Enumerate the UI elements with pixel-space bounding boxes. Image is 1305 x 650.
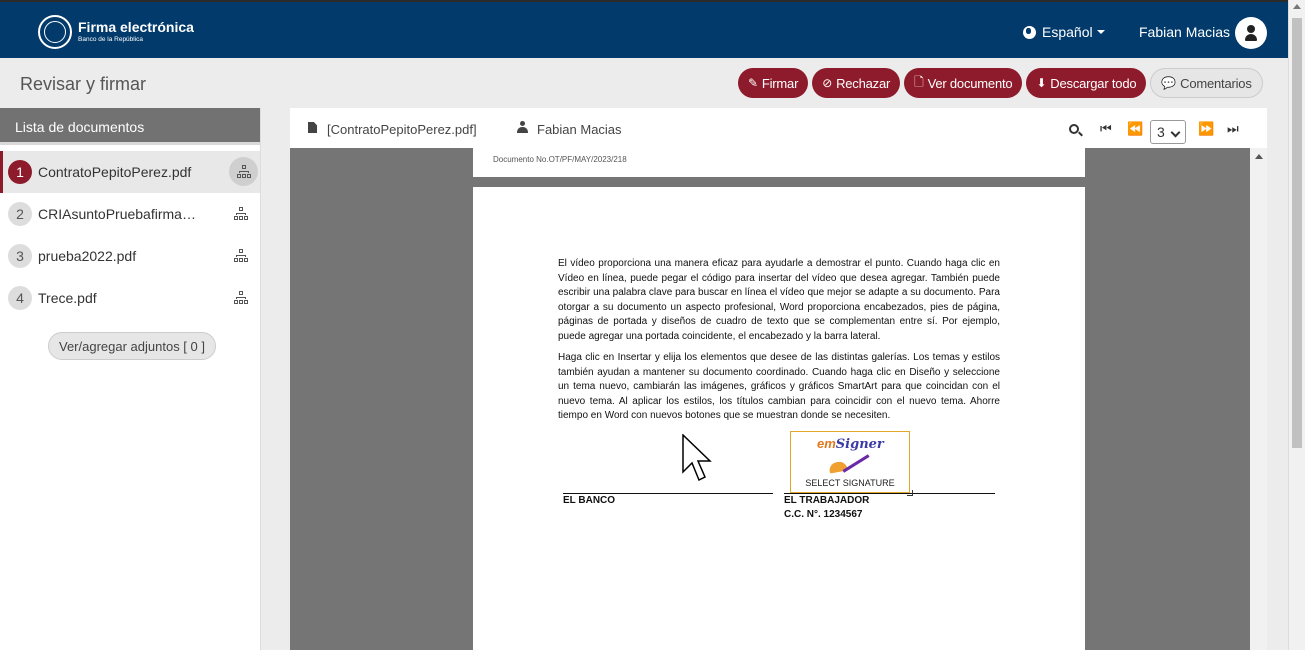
comments-button[interactable]: 💬 Comentarios (1150, 68, 1263, 98)
document-item[interactable]: 1 ContratoPepitoPerez.pdf (0, 151, 260, 193)
document-item[interactable]: 3 prueba2022.pdf (0, 235, 260, 277)
reject-label: Rechazar (836, 75, 891, 91)
view-label: Ver documento (927, 75, 1013, 91)
viewer-file-name: [ContratoPepitoPerez.pdf] (327, 122, 477, 137)
worker-id: C.C. N°. 1234567 (784, 509, 863, 520)
file-icon: 🗋 (914, 74, 924, 89)
viewer-user-name: Fabian Macias (537, 122, 622, 137)
document-name: prueba2022.pdf (38, 248, 137, 264)
viewer-toolbar: [ContratoPepitoPerez.pdf] Fabian Macias … (290, 108, 1267, 148)
document-paragraph: Haga clic en Insertar y elija los elemen… (558, 352, 1000, 422)
document-name: ContratoPepitoPerez.pdf (38, 164, 192, 180)
signature-flow-button[interactable] (226, 199, 255, 228)
document-number: 4 (8, 286, 32, 310)
top-navbar: Firma electrónica Banco de la República … (0, 0, 1288, 58)
reject-button[interactable]: ⊘ Rechazar (812, 68, 901, 98)
page-select[interactable]: 3 (1150, 120, 1186, 144)
current-page: El vídeo proporciona una manera eficaz p… (473, 187, 1085, 650)
download-label: Descargar todo (1050, 75, 1137, 91)
document-number: 3 (8, 244, 32, 268)
signature-label-bank: EL BANCO (563, 495, 616, 506)
sign-label: Firmar (761, 75, 799, 91)
scrollbar-thumb[interactable] (1292, 18, 1302, 448)
file-icon (308, 122, 317, 133)
app-subtitle: Banco de la República (78, 36, 144, 43)
resize-handle[interactable] (907, 490, 913, 496)
next-page-icon[interactable]: ⏩ (1198, 122, 1214, 135)
document-paragraph: El vídeo proporciona una manera eficaz p… (558, 258, 1000, 342)
comments-label: Comentarios (1180, 75, 1252, 91)
brand[interactable]: Firma electrónica Banco de la República (38, 15, 194, 49)
language-selector[interactable]: Español (1023, 24, 1105, 40)
document-number-header: Documento No.OT/PF/MAY/2023/218 (493, 155, 627, 164)
attachments-button[interactable]: Ver/agregar adjuntos [ 0 ] (48, 332, 216, 360)
signing-pen-icon (827, 454, 873, 476)
globe-icon (1023, 25, 1036, 39)
ban-icon: ⊘ (822, 76, 833, 90)
chevron-down-icon (1096, 30, 1105, 34)
action-toolbar: ✎ Firmar ⊘ Rechazar 🗋 Ver documento ⬇ De… (738, 68, 1263, 98)
document-number: 1 (8, 160, 32, 184)
document-name: CRIAsuntoPruebafirmaelectronica.pdf (38, 206, 203, 222)
sitemap-icon (233, 249, 248, 262)
comments-icon: 💬 (1161, 76, 1177, 90)
sitemap-icon (236, 165, 251, 178)
user-name[interactable]: Fabian Macias (1139, 24, 1230, 40)
emsigner-logo-em: em (817, 436, 836, 451)
document-scrollbar[interactable] (1250, 148, 1267, 650)
signature-placeholder[interactable]: emSigner SELECT SIGNATURE (790, 431, 913, 496)
language-label: Español (1042, 24, 1093, 40)
page-scrollbar[interactable] (1288, 0, 1305, 650)
signature-label-worker: EL TRABAJADOR (784, 495, 870, 506)
document-name: Trece.pdf (38, 290, 97, 306)
signature-flow-button[interactable] (226, 283, 255, 312)
signature-flow-button[interactable] (226, 241, 255, 270)
download-icon: ⬇ (1036, 76, 1047, 90)
user-icon (517, 121, 528, 133)
document-viewer: [ContratoPepitoPerez.pdf] Fabian Macias … (290, 108, 1267, 650)
scroll-up-icon[interactable] (1255, 154, 1263, 159)
zoom-icon[interactable] (1069, 124, 1079, 134)
user-avatar-icon[interactable] (1235, 17, 1267, 49)
bank-logo-icon (38, 15, 72, 49)
app-title: Firma electrónica (78, 19, 194, 35)
document-item[interactable]: 2 CRIAsuntoPruebafirmaelectronica.pdf (0, 193, 260, 235)
pencil-icon: ✎ (748, 76, 758, 90)
view-document-button[interactable]: 🗋 Ver documento (904, 68, 1023, 98)
document-item[interactable]: 4 Trece.pdf (0, 277, 260, 319)
download-all-button[interactable]: ⬇ Descargar todo (1026, 68, 1147, 98)
sitemap-icon (233, 291, 248, 304)
previous-page-icon[interactable]: ⏪ (1127, 122, 1143, 135)
page-title: Revisar y firmar (20, 74, 147, 94)
first-page-icon[interactable]: ⏮ (1100, 122, 1112, 135)
sign-button[interactable]: ✎ Firmar (738, 68, 809, 98)
document-sidebar: Lista de documentos 1 ContratoPepitoPere… (0, 108, 261, 650)
emsigner-logo: emSigner (817, 436, 884, 452)
scroll-up-icon[interactable] (1293, 4, 1301, 9)
sitemap-icon (233, 207, 248, 220)
document-list: 1 ContratoPepitoPerez.pdf 2 CRIAsuntoPru… (0, 151, 260, 319)
mouse-cursor-icon (682, 434, 712, 482)
select-signature-label: SELECT SIGNATURE (805, 478, 895, 488)
last-page-icon[interactable]: ⏭ (1227, 122, 1239, 135)
sidebar-header: Lista de documentos (0, 108, 260, 145)
document-number: 2 (8, 202, 32, 226)
signature-flow-button[interactable] (229, 157, 258, 186)
document-canvas[interactable]: Documento No.OT/PF/MAY/2023/218 El vídeo… (290, 148, 1250, 650)
emsigner-logo-signer: Signer (835, 437, 884, 452)
previous-page: Documento No.OT/PF/MAY/2023/218 (473, 148, 1085, 177)
